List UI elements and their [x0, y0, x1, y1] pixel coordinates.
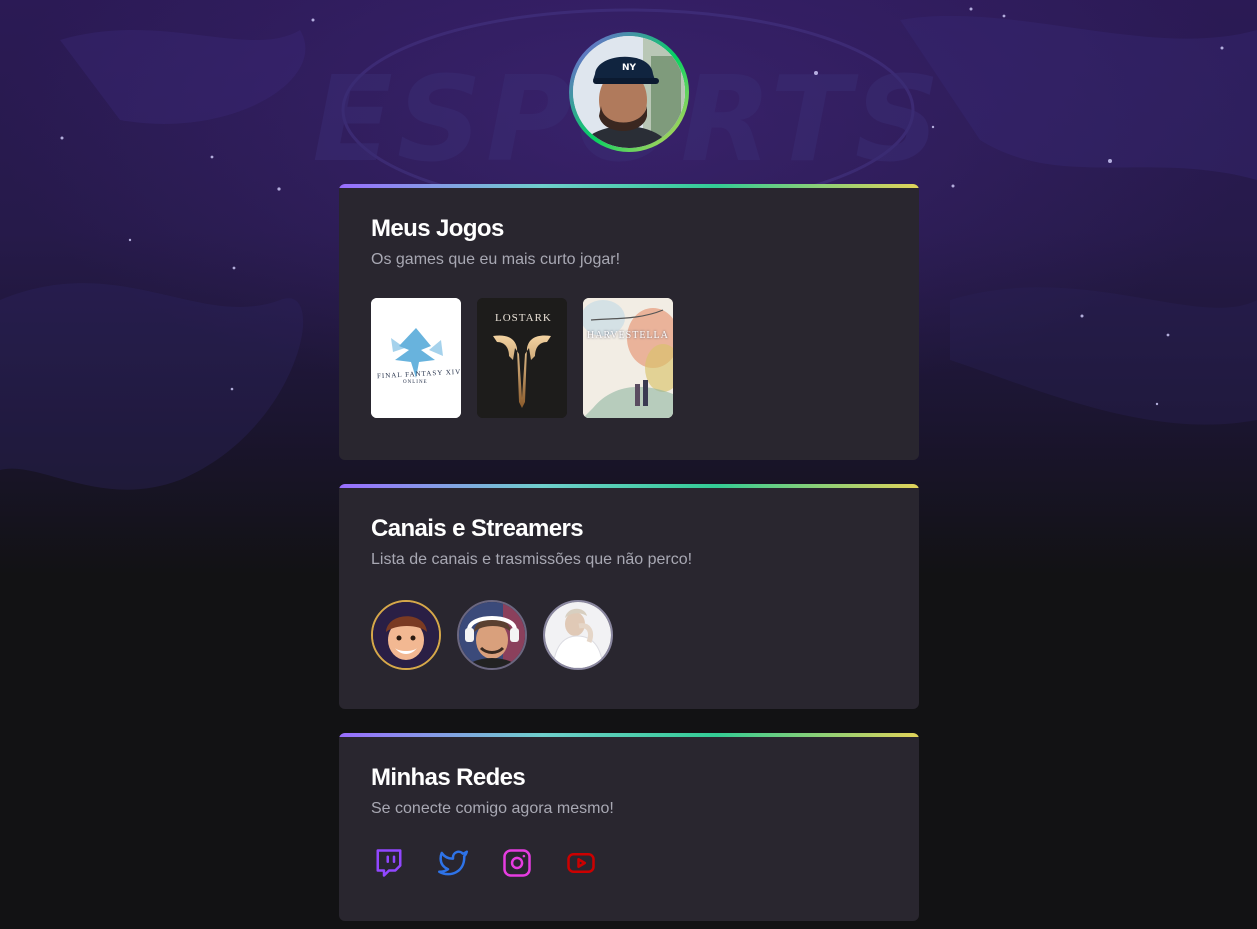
svg-text:NY: NY	[622, 63, 637, 73]
profile-avatar-image: NY	[573, 36, 685, 148]
games-list: FINAL FANTASY XIV ONLINE LOSTARK HARVEST…	[371, 298, 887, 418]
games-title: Meus Jogos	[371, 215, 504, 242]
socials-list	[371, 847, 887, 879]
socials-subtitle: Se conecte comigo agora mesmo!	[371, 800, 614, 817]
streamer-image-1	[373, 602, 439, 668]
socials-card: Minhas Redes Se conecte comigo agora mes…	[339, 733, 919, 921]
streamer-avatar-3[interactable]	[543, 600, 613, 670]
streamer-image-2	[459, 602, 525, 668]
youtube-icon	[567, 853, 595, 873]
game-sublabel-final-fantasy-xiv: ONLINE	[403, 380, 428, 385]
twitter-link[interactable]	[437, 847, 469, 879]
game-card-final-fantasy-xiv[interactable]: FINAL FANTASY XIV ONLINE	[371, 298, 461, 418]
game-card-harvestella[interactable]: HARVESTELLA	[583, 298, 673, 418]
streamers-title: Canais e Streamers	[371, 515, 584, 542]
games-subtitle: Os games que eu mais curto jogar!	[371, 251, 621, 268]
twitter-icon	[438, 850, 468, 876]
twitch-icon	[376, 849, 402, 877]
games-card: Meus Jogos Os games que eu mais curto jo…	[339, 184, 919, 460]
profile-avatar[interactable]: NY	[573, 36, 685, 148]
streamers-list	[371, 600, 887, 670]
game-label-harvestella: HARVESTELLA	[587, 330, 669, 341]
streamers-subtitle: Lista de canais e trasmissões que não pe…	[371, 551, 693, 568]
instagram-link[interactable]	[501, 847, 533, 879]
profile-avatar-ring: NY	[569, 32, 689, 152]
youtube-link[interactable]	[565, 847, 597, 879]
twitch-link[interactable]	[373, 847, 405, 879]
game-cover-final-fantasy-xiv	[371, 298, 461, 418]
game-card-lost-ark[interactable]: LOSTARK	[477, 298, 567, 418]
game-label-lost-ark: LOSTARK	[495, 312, 552, 324]
streamers-card: Canais e Streamers Lista de canais e tra…	[339, 484, 919, 709]
instagram-icon	[503, 849, 531, 877]
socials-title: Minhas Redes	[371, 764, 526, 791]
streamer-avatar-2[interactable]	[457, 600, 527, 670]
streamer-avatar-1[interactable]	[371, 600, 441, 670]
game-cover-harvestella	[583, 298, 673, 418]
streamer-image-3	[545, 602, 611, 668]
